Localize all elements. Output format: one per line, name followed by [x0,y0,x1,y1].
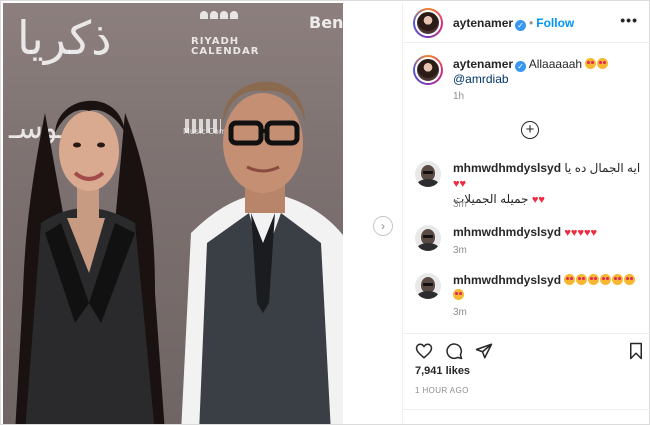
chevron-right-icon: › [381,219,385,233]
separator-dot: • [529,16,534,30]
caption-username[interactable]: aytenamer [453,57,513,71]
follow-button[interactable]: Follow [536,16,574,30]
commenter-avatar[interactable] [415,225,441,251]
load-more-comments-button[interactable]: + [521,121,539,139]
heart-eyes-emoji-icon [597,58,609,69]
heart-emoji-icon: ♥ [538,194,545,206]
heart-eyes-emoji-icon [612,274,624,285]
comment-time: 3m [453,245,467,256]
posted-time: 1 HOUR AGO [415,386,469,395]
author-username[interactable]: aytenamer [453,16,513,30]
comment-body: mhmwdhmdyslsyd [453,273,643,303]
author-avatar[interactable] [413,8,443,38]
comment-box-divider [403,409,650,410]
heart-eyes-emoji-icon [576,274,588,285]
caption-avatar[interactable] [413,55,443,85]
comment-username[interactable]: mhmwdhmdyslsyd [453,273,561,287]
heart-emoji-icon: ♥ [459,178,467,190]
heart-eyes-emoji-icon [564,274,576,285]
comment-time: 3m [453,307,467,318]
post-photo[interactable]: ذكريا مـوسـ RIYADH CALENDAR Ben Music Co… [3,3,343,424]
heart-eyes-emoji-icon [588,274,600,285]
paper-plane-icon[interactable] [475,342,493,360]
backdrop-brand-fragment: Ben [309,13,343,32]
comment-text: ايه الجمال ده يا [564,161,641,175]
caption-body: aytenamer ✓ Allaaaaah @amrdiab [453,57,643,87]
likes-count[interactable]: 7,941 likes [415,365,470,377]
next-photo-button[interactable]: › [373,216,393,236]
heart-emoji-icon: ♥ [590,227,598,239]
verified-badge-icon: ✓ [515,20,527,31]
comment-body: mhmwdhmdyslsyd ♥♥♥♥♥ [453,225,643,241]
heart-outline-icon[interactable] [415,342,433,360]
heart-eyes-emoji-icon [585,58,597,69]
caption-time: 1h [453,91,465,102]
post-side-panel: aytenamer ✓ • Follow ••• aytenamer ✓ Allaaaa… [402,3,650,424]
author-line: aytenamer ✓ • Follow [453,16,574,31]
more-options-icon[interactable]: ••• [620,13,638,27]
heart-eyes-emoji-icon [624,274,636,285]
comment-username[interactable]: mhmwdhmdyslsyd [453,225,561,239]
caption-mention-link[interactable]: @amrdiab [453,72,509,86]
comment-username[interactable]: mhmwdhmdyslsyd [453,161,561,175]
heart-eyes-emoji-icon [453,289,464,300]
post-header: aytenamer ✓ • Follow ••• [403,3,650,43]
woman-figure [15,100,165,424]
riyadh-calendar-logo [199,9,241,33]
heart-eyes-emoji-icon [600,274,612,285]
instagram-post-frame: ذكريا مـوسـ RIYADH CALENDAR Ben Music Co… [0,0,650,425]
commenter-avatar[interactable] [415,161,441,187]
verified-badge-icon: ✓ [515,61,527,72]
comment-bubble-icon[interactable] [445,342,463,360]
post-actions-bar [403,333,650,360]
bookmark-icon[interactable] [627,342,645,360]
commenter-avatar[interactable] [415,273,441,299]
man-figure [181,81,343,424]
backdrop-arabic-title: ذكريا [17,11,112,65]
comment-time: 3m [453,199,467,210]
comment-body: mhmwdhmdyslsyd ايه الجمال ده يا ♥♥ جميله… [453,161,643,208]
caption-text: Allaaaaah [528,57,583,71]
